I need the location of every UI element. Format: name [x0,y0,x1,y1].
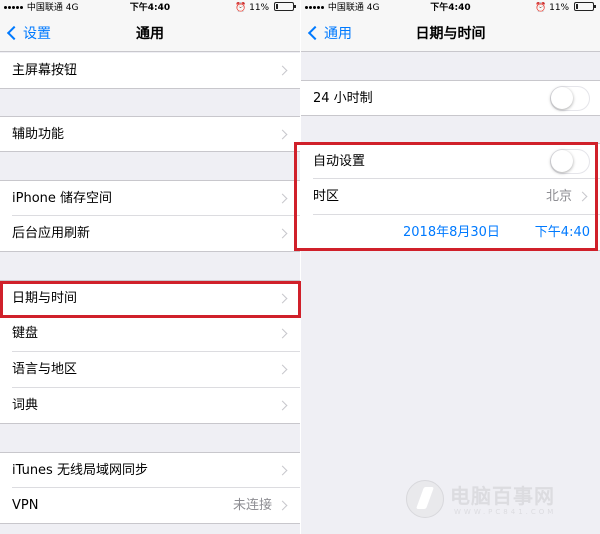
row-label: 日期与时间 [12,291,78,306]
chevron-right-icon [277,364,288,375]
chevron-right-icon [277,293,288,304]
alarm-icon: ⏰ [535,3,547,13]
set-automatically-toggle[interactable] [550,149,590,174]
settings-row-date-time-picker[interactable]: 2018年8月30日 下午4:40 [301,215,600,251]
date-value[interactable]: 2018年8月30日 [403,215,500,251]
chevron-right-icon [277,129,288,140]
chevron-right-icon [277,65,288,76]
watermark-logo-icon [406,480,444,518]
row-label: 后台应用刷新 [12,226,91,241]
battery-percent: 11% [249,3,270,13]
back-button[interactable]: 设置 [6,16,51,52]
battery-icon [274,2,296,11]
toggle-knob [551,87,573,109]
settings-row-set-automatically: 自动设置 [301,143,600,179]
row-label: iPhone 储存空间 [12,191,113,206]
chevron-right-icon [577,191,588,202]
general-settings-screen: 中国联通 4G 下午4:40 ⏰ 11% 设置 通用 主屏幕按钮 辅助功能 iP… [0,0,300,534]
row-label: 辅助功能 [12,127,65,142]
settings-row-itunes-wifi-sync[interactable]: iTunes 无线局域网同步 [0,452,300,488]
24-hour-toggle[interactable] [550,86,590,111]
row-label: iTunes 无线局域网同步 [12,463,148,478]
vpn-status: 未连接 [232,498,272,513]
settings-row-time-zone[interactable]: 时区 北京 [301,179,600,215]
chevron-right-icon [277,400,288,411]
settings-row-iphone-storage[interactable]: iPhone 储存空间 [0,180,300,216]
navigation-bar: 设置 通用 [0,16,300,52]
chevron-right-icon [277,465,288,476]
date-time-screen: 中国联通 4G 下午4:40 ⏰ 11% 通用 日期与时间 24 小时制 自动设… [301,0,600,534]
row-label: 24 小时制 [313,91,373,106]
settings-row-home-button[interactable]: 主屏幕按钮 [0,53,300,89]
back-button[interactable]: 通用 [307,16,352,52]
watermark-text: 电脑百事网 [450,484,555,508]
settings-row-background-app-refresh[interactable]: 后台应用刷新 [0,216,300,252]
settings-row-dictionary[interactable]: 词典 [0,388,300,424]
back-button-label: 设置 [23,26,51,42]
battery-percent: 11% [549,3,570,13]
status-bar: 中国联通 4G 下午4:40 ⏰ 11% [0,0,300,16]
chevron-left-icon [6,25,22,41]
row-label: 键盘 [12,326,39,341]
watermark: 电脑百事网 WWW.PC841.COM [406,478,586,524]
time-value[interactable]: 下午4:40 [535,215,590,251]
settings-row-accessibility[interactable]: 辅助功能 [0,116,300,152]
row-label: 主屏幕按钮 [12,63,78,78]
navigation-bar: 通用 日期与时间 [301,16,600,52]
settings-row-24-hour-time: 24 小时制 [301,80,600,116]
row-label: 自动设置 [313,154,366,169]
status-bar: 中国联通 4G 下午4:40 ⏰ 11% [301,0,600,16]
settings-row-vpn[interactable]: VPN 未连接 [0,488,300,524]
back-button-label: 通用 [324,26,352,42]
settings-row-keyboard[interactable]: 键盘 [0,316,300,352]
row-label: 时区 [313,189,340,204]
toggle-knob [551,150,573,172]
watermark-url: WWW.PC841.COM [454,508,557,516]
chevron-left-icon [307,25,323,41]
alarm-icon: ⏰ [235,3,247,13]
chevron-right-icon [277,328,288,339]
row-label: 词典 [12,398,39,413]
chevron-right-icon [277,193,288,204]
chevron-right-icon [277,500,288,511]
settings-row-language-region[interactable]: 语言与地区 [0,352,300,388]
row-label: 语言与地区 [12,362,78,377]
settings-row-date-time[interactable]: 日期与时间 [0,280,300,316]
battery-icon [574,2,596,11]
row-label: VPN [12,498,39,513]
time-zone-value: 北京 [545,189,572,204]
chevron-right-icon [277,228,288,239]
